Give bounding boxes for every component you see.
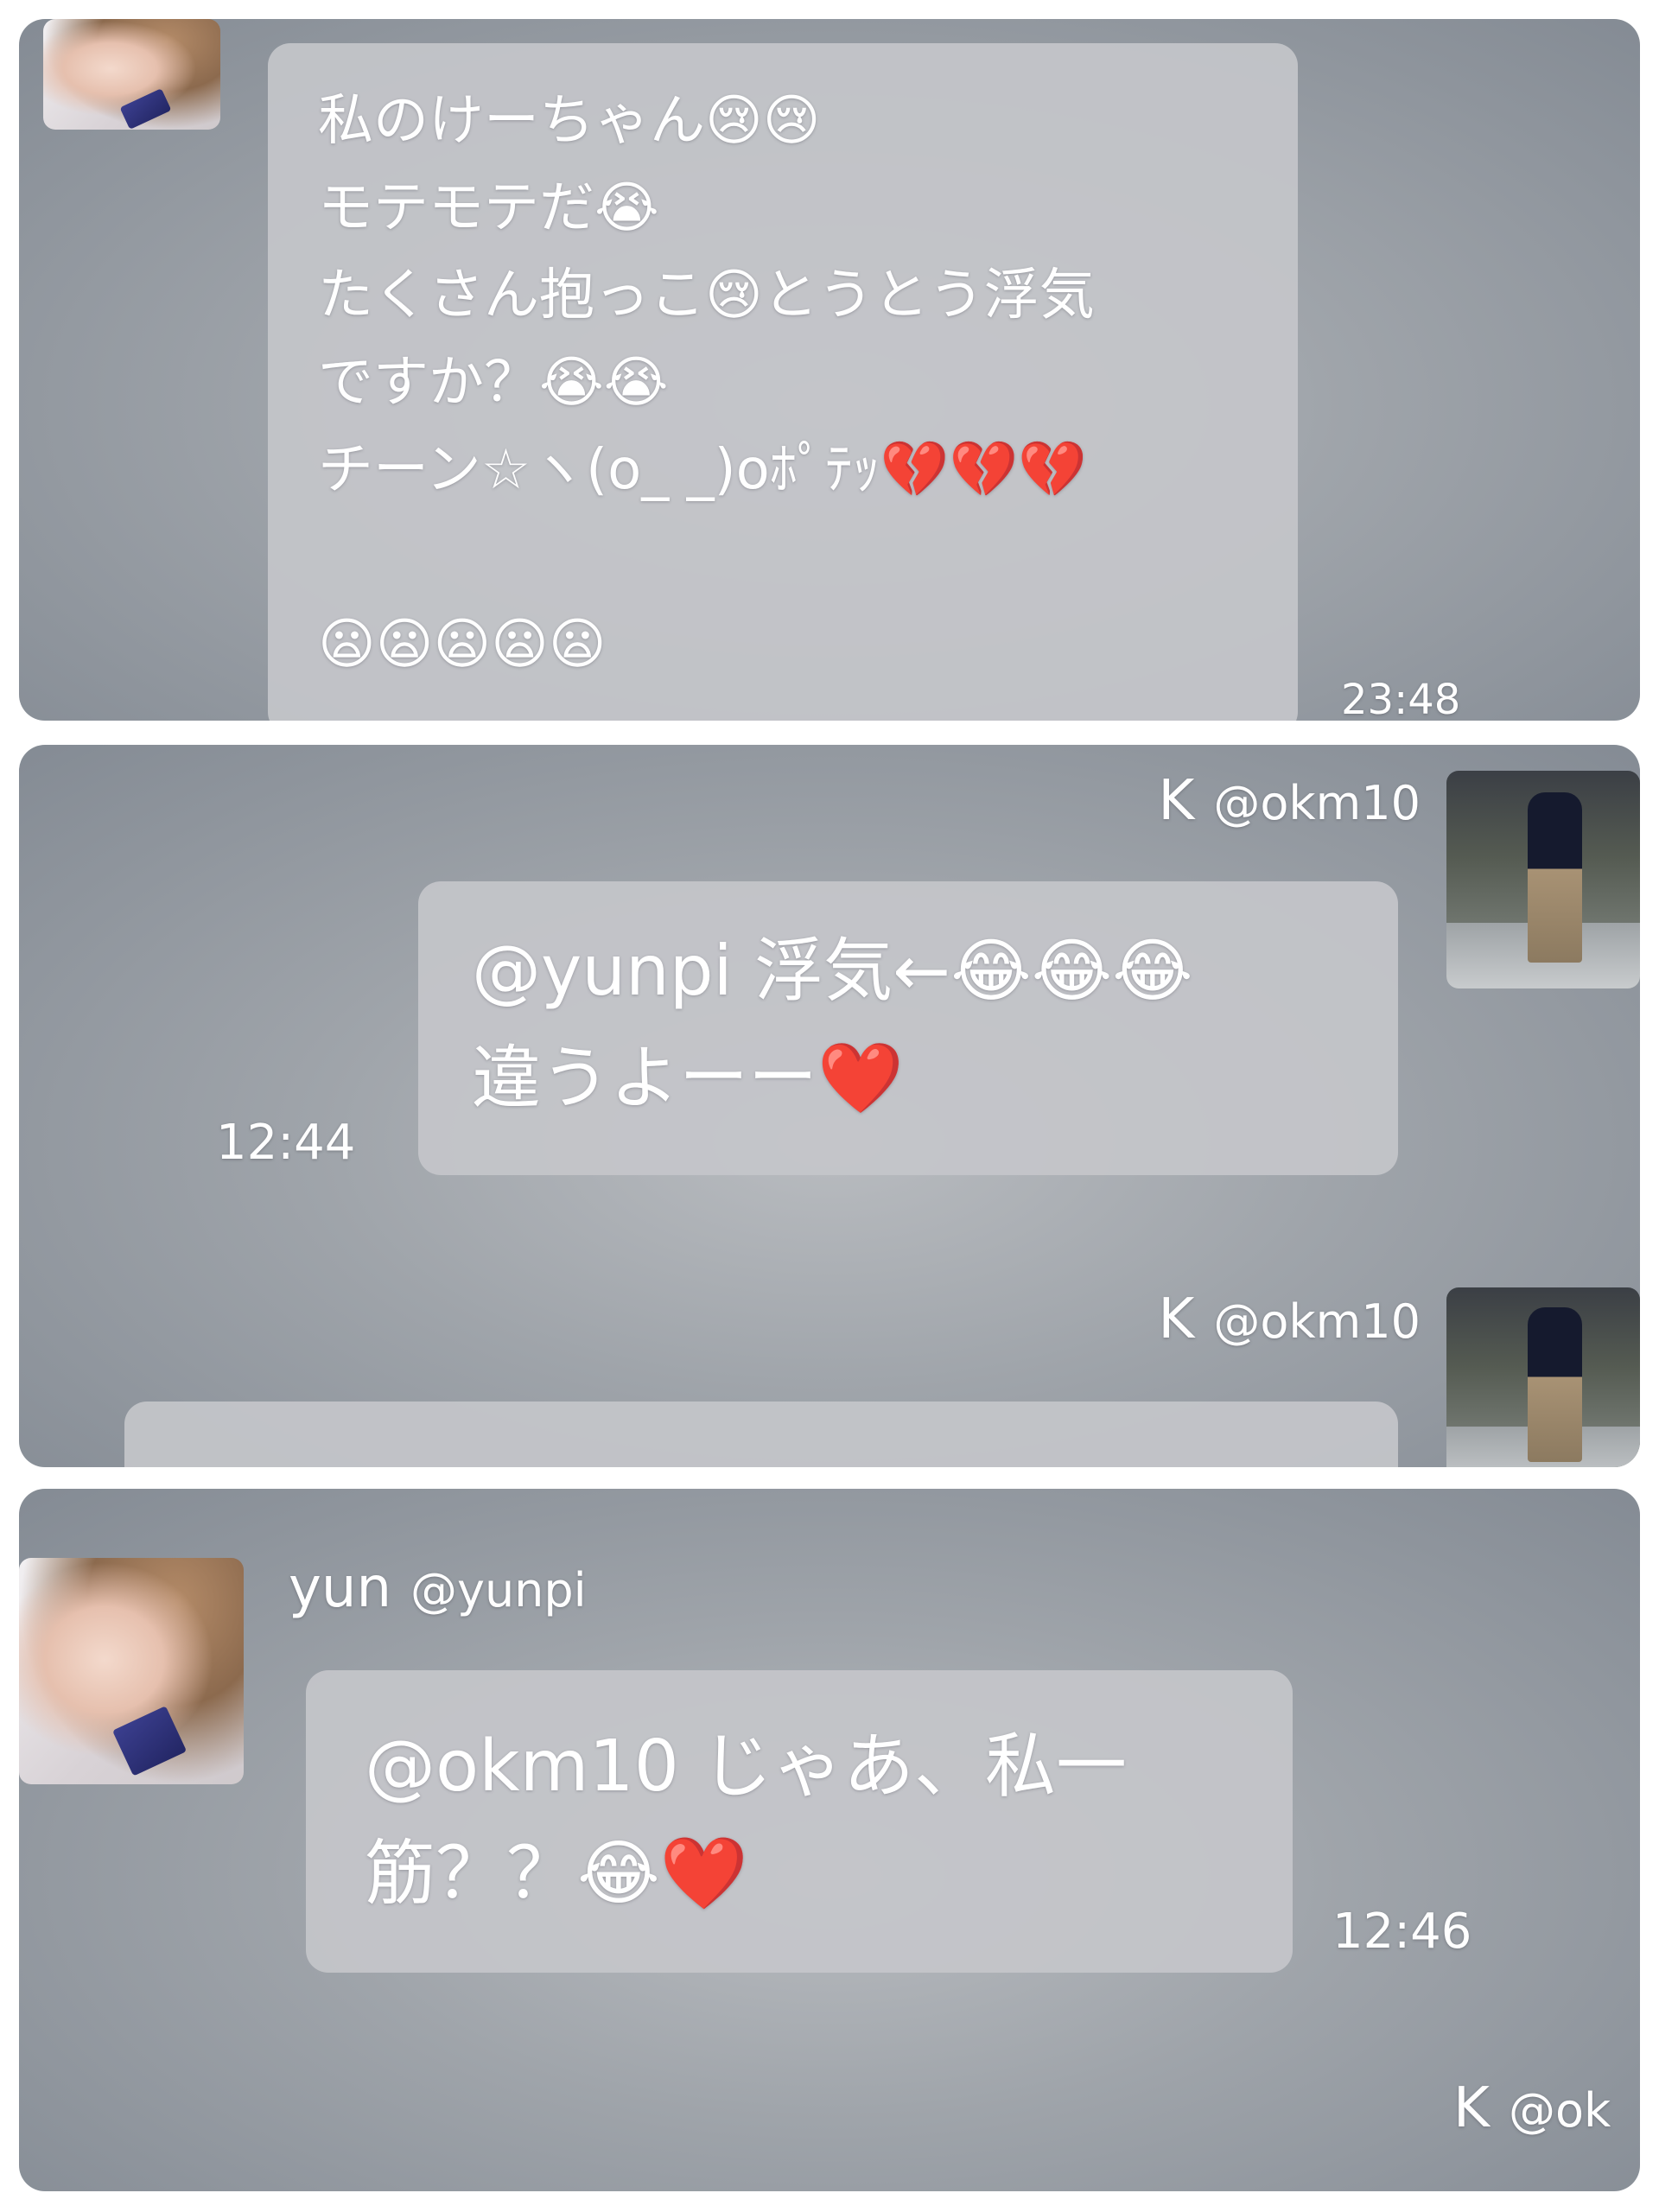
message-time: 12:46 <box>1332 1904 1472 1960</box>
yun-avatar[interactable] <box>43 19 220 130</box>
message-time: 23:48 <box>1341 676 1461 721</box>
sender-display-name-2: K <box>1158 1287 1195 1351</box>
k-avatar[interactable] <box>1446 771 1640 988</box>
chat-screenshot-1: 私のけーちゃん😢😢 モテモテだ😭 たくさん抱っこ😢とうとう浮気 ですか？😭😭 チ… <box>19 19 1640 721</box>
message-time: 12:44 <box>216 1115 356 1171</box>
message-bubble[interactable]: 私のけーちゃん😢😢 モテモテだ😭 たくさん抱っこ😢とうとう浮気 ですか？😭😭 チ… <box>268 43 1298 721</box>
walking-figure-2 <box>1528 1307 1582 1463</box>
sender-name-2: K @okm10 <box>1158 1287 1421 1351</box>
message-bubble[interactable]: @yunpi 浮気←😂😂😂 違うよーー❤️ <box>418 881 1398 1175</box>
next-sender-display-name: K <box>1453 2076 1490 2140</box>
sender-name: K @okm10 <box>1158 769 1421 833</box>
message-text: @okm10 じゃあ、私一 筋？？😂❤️ <box>365 1726 1127 1915</box>
k-avatar-2[interactable] <box>1446 1287 1640 1467</box>
sender-handle: @okm10 <box>1213 776 1421 830</box>
yun-avatar[interactable] <box>19 1558 244 1784</box>
message-text: 私のけーちゃん😢😢 モテモテだ😭 たくさん抱っこ😢とうとう浮気 ですか？😭😭 チ… <box>318 89 1095 677</box>
walking-figure <box>1528 792 1582 963</box>
next-sender-handle: @ok <box>1508 2083 1611 2138</box>
collar-decoration <box>119 87 172 130</box>
message-bubble-2[interactable] <box>124 1402 1398 1467</box>
collar-decoration <box>111 1706 187 1777</box>
chat-screenshot-2: K @okm10 @yunpi 浮気←😂😂😂 違うよーー❤️ 12:44 K @ok… <box>19 745 1640 1467</box>
message-bubble[interactable]: @okm10 じゃあ、私一 筋？？😂❤️ <box>306 1670 1293 1973</box>
next-sender-name: K @ok <box>1453 2076 1611 2140</box>
chat-screenshot-3: yun @yunpi @okm10 じゃあ、私一 筋？？😂❤️ 12:46 K @o… <box>19 1489 1640 2191</box>
message-text: @yunpi 浮気←😂😂😂 違うよーー❤️ <box>472 931 1193 1118</box>
sender-display-name: K <box>1158 769 1195 833</box>
sender-handle-2: @okm10 <box>1213 1294 1421 1349</box>
sender-name: yun @yunpi <box>289 1556 587 1620</box>
sender-handle: @yunpi <box>410 1563 587 1618</box>
sender-display-name: yun <box>289 1556 391 1620</box>
